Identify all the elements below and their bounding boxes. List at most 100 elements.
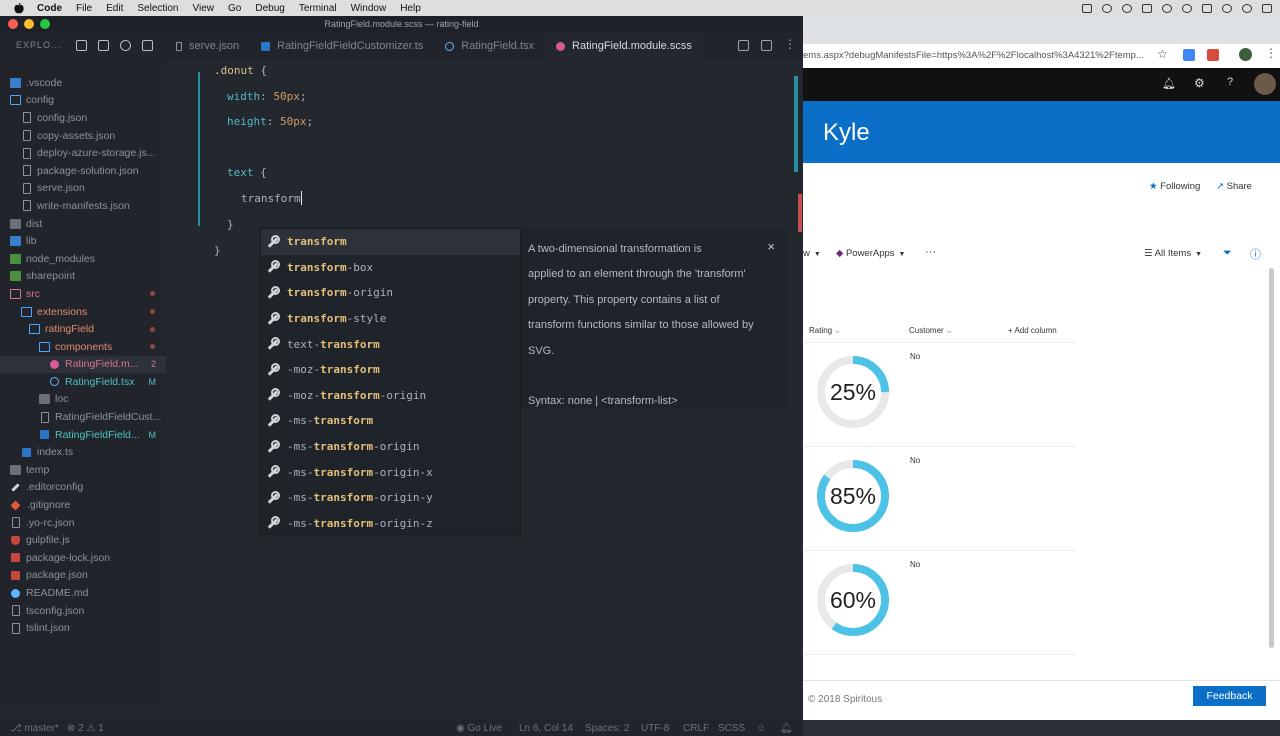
tab-ratingfield-tsx[interactable]: RatingField.tsx bbox=[435, 32, 546, 60]
split-editor-icon[interactable] bbox=[761, 40, 772, 51]
avatar[interactable] bbox=[1239, 48, 1252, 61]
tree-item-customizer-json[interactable]: RatingFieldFieldCust... bbox=[0, 408, 166, 426]
tree-item-config-json[interactable]: config.json bbox=[0, 109, 166, 127]
git-branch[interactable]: ⎇ master* bbox=[10, 723, 59, 734]
suggestion-item[interactable]: -ms-transform -origin-y bbox=[261, 485, 520, 511]
tree-item-vscode[interactable]: .vscode bbox=[0, 74, 166, 92]
menu-debug[interactable]: Debug bbox=[248, 3, 291, 14]
tab-serve-json[interactable]: serve.json bbox=[166, 32, 251, 60]
column-header-customer[interactable]: Customer ⌵ bbox=[909, 326, 951, 336]
tree-item-dist[interactable]: dist bbox=[0, 215, 166, 233]
suggestion-item[interactable]: -ms-transform -origin-x bbox=[261, 459, 520, 485]
refresh-icon[interactable] bbox=[119, 39, 131, 51]
bluetooth-icon[interactable] bbox=[1162, 3, 1172, 13]
view-switcher[interactable]: ☰ All Items ▼ bbox=[1144, 248, 1202, 259]
search-icon[interactable] bbox=[1222, 3, 1232, 13]
info-icon[interactable]: ⓘ bbox=[1250, 246, 1261, 262]
tree-item-editorconfig[interactable]: .editorconfig bbox=[0, 479, 166, 497]
feedback-button[interactable]: Feedback bbox=[1193, 686, 1266, 706]
battery-icon[interactable] bbox=[1202, 3, 1212, 13]
help-icon[interactable]: ? bbox=[1227, 76, 1233, 88]
menu-selection[interactable]: Selection bbox=[130, 3, 185, 14]
minimize-window-button[interactable] bbox=[24, 19, 34, 29]
tree-item-extensions[interactable]: extensions bbox=[0, 303, 166, 321]
apple-logo-icon[interactable] bbox=[14, 2, 24, 14]
tree-item-yo-rc[interactable]: .yo-rc.json bbox=[0, 514, 166, 532]
tree-item-lib[interactable]: lib bbox=[0, 232, 166, 250]
collapse-all-icon[interactable] bbox=[141, 39, 153, 51]
tree-item-package-lock[interactable]: package-lock.json bbox=[0, 549, 166, 567]
tree-item-ratingfield-scss[interactable]: RatingField.m... 2 bbox=[0, 355, 166, 374]
more-vertical-icon[interactable]: ⋮ bbox=[1265, 46, 1277, 60]
tree-item-src[interactable]: src bbox=[0, 285, 166, 303]
open-changes-icon[interactable] bbox=[738, 40, 749, 51]
tree-item-copy-assets[interactable]: copy-assets.json bbox=[0, 127, 166, 145]
tree-item-sharepoint[interactable]: sharepoint bbox=[0, 268, 166, 286]
smiley-icon[interactable]: ☺ bbox=[756, 723, 766, 734]
suggestion-item[interactable]: -ms-transform bbox=[261, 408, 520, 434]
cursor-position[interactable]: Ln 6, Col 14 bbox=[519, 723, 573, 734]
app-menu[interactable]: Code bbox=[30, 3, 69, 14]
suggestion-item[interactable]: -moz-transform -origin bbox=[261, 383, 520, 409]
menu-view[interactable]: View bbox=[186, 3, 222, 14]
wifi-icon[interactable] bbox=[1182, 3, 1192, 13]
suggestion-item[interactable]: text-transform bbox=[261, 331, 520, 357]
user-avatar[interactable] bbox=[1254, 73, 1276, 95]
extension-icon[interactable] bbox=[1183, 49, 1195, 61]
more-actions-icon[interactable]: ⋮ bbox=[784, 38, 796, 51]
new-folder-icon[interactable] bbox=[97, 39, 109, 51]
tree-item-deploy-azure[interactable]: deploy-azure-storage.js... bbox=[0, 144, 166, 162]
suggestion-item[interactable]: -moz-transform bbox=[261, 357, 520, 383]
tree-item-gulpfile[interactable]: gulpfile.js bbox=[0, 531, 166, 549]
tree-item-gitignore[interactable]: .gitignore bbox=[0, 496, 166, 514]
star-icon[interactable]: ☆ bbox=[1157, 47, 1168, 61]
tree-item-tslint[interactable]: tslint.json bbox=[0, 619, 166, 637]
tree-item-config[interactable]: config bbox=[0, 92, 166, 110]
suggestion-item[interactable]: transform -box bbox=[261, 255, 520, 281]
bell-icon[interactable]: 🔔︎ bbox=[780, 723, 793, 734]
upload-icon[interactable] bbox=[1122, 3, 1132, 13]
line-ending[interactable]: CRLF bbox=[683, 723, 709, 734]
cloud-icon[interactable] bbox=[1102, 3, 1112, 13]
tree-item-tsconfig[interactable]: tsconfig.json bbox=[0, 602, 166, 620]
tree-item-node-modules[interactable]: node_modules bbox=[0, 250, 166, 268]
zoom-window-button[interactable] bbox=[40, 19, 50, 29]
tab-ratingfield-scss[interactable]: RatingField.module.scss bbox=[546, 32, 704, 60]
tree-item-ratingfield-tsx[interactable]: RatingField.tsx M bbox=[0, 373, 166, 391]
dollar-icon[interactable] bbox=[1142, 3, 1152, 13]
suggestion-item[interactable]: transform -style bbox=[261, 306, 520, 332]
tree-item-write-manifests[interactable]: write-manifests.json bbox=[0, 197, 166, 215]
share-button[interactable]: ↗ Share bbox=[1216, 181, 1252, 192]
siri-icon[interactable] bbox=[1242, 3, 1252, 13]
add-column-button[interactable]: + Add column bbox=[1008, 326, 1057, 335]
encoding[interactable]: UTF-8 bbox=[641, 723, 669, 734]
tree-item-package-json[interactable]: package.json bbox=[0, 567, 166, 585]
tree-item-loc[interactable]: loc bbox=[0, 391, 166, 409]
tree-item-components[interactable]: components bbox=[0, 338, 166, 356]
menu-terminal[interactable]: Terminal bbox=[292, 3, 344, 14]
suggestion-item[interactable]: transform -origin bbox=[261, 280, 520, 306]
settings-gear-icon[interactable]: ⚙ bbox=[1194, 76, 1205, 90]
suggestion-item[interactable]: transform bbox=[261, 229, 520, 255]
tree-item-customizer-ts[interactable]: RatingFieldField... M bbox=[0, 426, 166, 444]
filter-icon[interactable]: ⏷ bbox=[1223, 247, 1232, 260]
view-command-fragment[interactable]: w ▼ bbox=[803, 248, 821, 259]
follow-button[interactable]: ★ Following bbox=[1149, 181, 1200, 192]
column-header-rating[interactable]: Rating ⌵ bbox=[809, 326, 840, 336]
notification-bell-icon[interactable]: 🔔︎ bbox=[1162, 77, 1176, 90]
page-scrollbar[interactable] bbox=[1269, 268, 1274, 648]
tree-item-package-solution[interactable]: package-solution.json bbox=[0, 162, 166, 180]
menu-help[interactable]: Help bbox=[393, 3, 428, 14]
problems-indicator[interactable]: ⊗ 2 ⚠ 1 bbox=[67, 723, 104, 734]
indentation[interactable]: Spaces: 2 bbox=[585, 723, 629, 734]
menu-go[interactable]: Go bbox=[221, 3, 248, 14]
site-title[interactable]: Kyle bbox=[823, 119, 870, 147]
language-mode[interactable]: SCSS bbox=[718, 723, 745, 734]
screen-icon[interactable] bbox=[1082, 3, 1092, 13]
close-icon[interactable]: × bbox=[767, 234, 775, 259]
tree-item-temp[interactable]: temp bbox=[0, 461, 166, 479]
more-commands-icon[interactable]: ··· bbox=[925, 246, 936, 258]
suggestion-item[interactable]: -ms-transform -origin bbox=[261, 434, 520, 460]
menu-icon[interactable] bbox=[1262, 3, 1272, 13]
address-bar[interactable]: ems.aspx?debugManifestsFile=https%3A%2F%… bbox=[803, 44, 1280, 66]
